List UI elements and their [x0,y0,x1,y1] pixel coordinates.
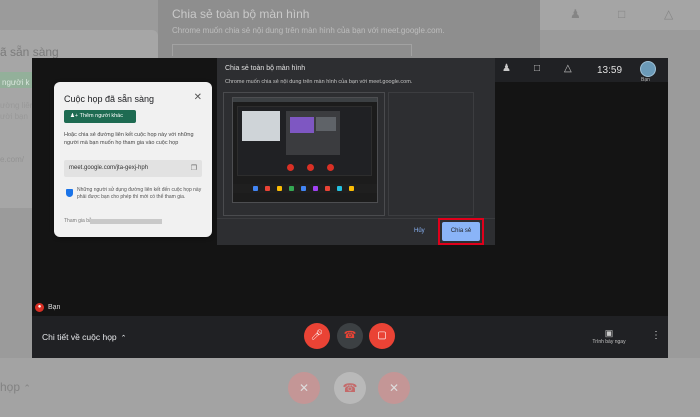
ready-card-title: Cuộc họp đã sẵn sàng [64,94,155,104]
present-now-button[interactable]: ▣ Trình bày ngay [588,328,630,345]
background-share-dialog: Chia sẻ toàn bộ màn hình Chrome muốn chi… [158,0,540,58]
background-topbar: ♟ □ △ [540,0,700,30]
meeting-url: meet.google.com/jta-gexj-hph [69,165,149,171]
camera-off-icon: ▢ [377,330,387,341]
clock-time: 13:59 [597,65,623,76]
share-dialog-subtitle: Chrome muốn chia sẻ nội dung trên màn hì… [225,79,413,85]
avatar[interactable] [640,61,656,77]
background-card-text: ường liên ười bạn [0,101,35,121]
self-name-text: Bạn [48,304,61,311]
screen-thumbnail[interactable] [232,97,378,203]
more-options-icon[interactable]: ⋮ [651,330,661,341]
chat-icon[interactable]: □ [534,63,540,74]
meeting-ready-card: Cuộc họp đã sẵn sàng ✕ ♟+ Thêm người khá… [54,82,212,237]
mic-off-icon: ✕ [298,381,310,395]
screen-option[interactable] [223,92,385,216]
ready-card-description: Hoặc chia sẻ đường liên kết cuộc họp này… [64,132,194,146]
meeting-url-field[interactable]: meet.google.com/jta-gexj-hph ❐ [64,160,202,177]
background-bottom-text: họp [0,380,21,394]
activities-icon: △ [664,7,674,21]
meeting-window: ♟ □ △ 13:59 Bạn Cuộc họp đã sẵn sàng ✕ ♟… [32,58,668,358]
copy-icon[interactable]: ❐ [191,160,197,177]
taskbar-app-icon [349,186,354,191]
mic-toggle-button[interactable]: 🎤︎ [304,323,330,349]
add-people-label: Thêm người khác [79,113,123,119]
taskbar-app-icon [253,186,258,191]
hangup-icon: ☎ [342,381,358,395]
activities-icon[interactable]: △ [564,63,572,74]
add-people-button[interactable]: ♟+ Thêm người khác [64,110,136,123]
camera-toggle-button[interactable]: ▢ [369,323,395,349]
background-hangup-button: ☎ [334,372,366,404]
meeting-stage: ♟ □ △ 13:59 Bạn Cuộc họp đã sẵn sàng ✕ ♟… [32,58,668,316]
background-card-url: e.com/ [0,155,25,164]
taskbar-app-icon [337,186,342,191]
people-icon: ♟ [570,7,581,21]
camera-off-icon: ✕ [388,381,400,395]
background-bottom-label: họp ⌃ [0,380,31,394]
mic-off-icon: 🎤︎ [310,330,324,341]
share-dialog-title: Chia sẻ toàn bộ màn hình [225,65,306,72]
thumbnail-hangup-dot [307,164,314,171]
chevron-up-icon: ⌃ [23,383,31,393]
hangup-button[interactable]: ☎︎ [337,323,363,349]
taskbar-app-icon [289,186,294,191]
thumbnail-titlebar [233,98,377,102]
thumbnail-camera-dot [327,164,334,171]
avatar-label: Bạn [641,77,650,83]
share-button-highlight [438,218,484,245]
taskbar-app-icon [277,186,282,191]
background-dialog-pane [172,44,412,56]
thumbnail-mic-dot [287,164,294,171]
chat-icon: □ [618,7,626,21]
thumbnail-preview-2 [316,117,336,131]
add-person-icon: ♟+ [70,113,80,119]
secondary-pane [388,92,474,216]
share-screen-dialog: Chia sẻ toàn bộ màn hình Chrome muốn chi… [217,58,495,245]
taskbar-app-icon [301,186,306,191]
background-dialog-subtitle: Chrome muốn chia sẻ nội dung trên màn hì… [172,26,445,35]
thumbnail-preview [290,117,314,133]
joined-as-value [90,219,162,224]
taskbar-app-icon [325,186,330,191]
chevron-up-icon: ⌃ [120,335,127,342]
hangup-icon: ☎︎ [343,330,357,341]
background-camera-button: ✕ [378,372,410,404]
taskbar-app-icon [265,186,270,191]
self-tile-name: Bạn [38,304,60,311]
background-card-title: ã sẵn sàng [0,45,59,59]
meeting-details-label: Chi tiết về cuộc họp [42,332,117,342]
present-now-label: Trình bày ngay [592,339,626,345]
shield-icon [66,189,73,197]
present-icon: ▣ [604,328,614,338]
background-card-chip-label: người k [2,78,30,87]
thumbnail-card [242,111,280,141]
meeting-topbar: ♟ □ △ 13:59 Bạn [492,58,668,83]
close-icon[interactable]: ✕ [194,92,202,103]
thumbnail-window [237,106,372,176]
background-bottombar: họp ⌃ ✕ ☎ ✕ [0,358,700,417]
taskbar-app-icon [313,186,318,191]
people-icon[interactable]: ♟ [502,63,511,74]
background-card-chip: người k [0,72,34,88]
ready-card-info: Những người sử dụng đường liên kết đến c… [77,187,202,200]
background-mic-button: ✕ [288,372,320,404]
cancel-button[interactable]: Hủy [414,228,425,234]
background-dialog-title: Chia sẻ toàn bộ màn hình [172,7,310,21]
meeting-details-button[interactable]: Chi tiết về cuộc họp ⌃ [42,332,127,342]
